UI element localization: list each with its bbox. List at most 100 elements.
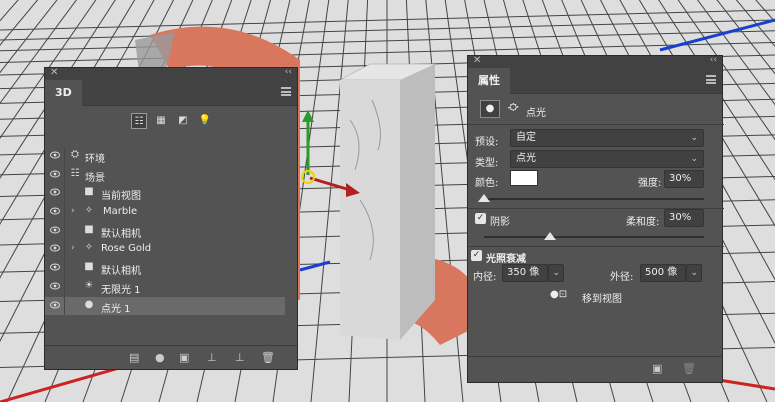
color-swatch[interactable] — [510, 170, 538, 186]
panel-3d-bottom-bar: ▤ ● ▣ ⊥ ⊥ 🗑 — [45, 345, 297, 369]
whole-scene-filter-icon[interactable]: ☷ — [131, 113, 147, 129]
camera-icon: ■ — [84, 186, 94, 198]
photoshop-workspace: ✕ ‹‹ 3D ☷ ▦ ◩ 💡 ⛭ 环境 ☷ 场景 ■ 当前视图 › ✧ Mar… — [0, 0, 775, 402]
trash-icon: 🗑 — [682, 362, 696, 375]
row-label: Rose Gold — [101, 243, 152, 255]
row-label: 场景 — [85, 172, 105, 184]
render-icon[interactable]: ▣ — [652, 362, 662, 375]
scrollbar[interactable] — [332, 190, 338, 340]
preset-label: 预设: — [475, 137, 499, 148]
preset-value: 自定 — [516, 132, 536, 143]
outer-radius-dropdown[interactable]: ⌄ — [686, 264, 702, 282]
panel-3d-tabbar: 3D — [45, 80, 297, 106]
row-label: 默认相机 — [101, 266, 141, 278]
eye-icon[interactable] — [50, 207, 60, 215]
scene-row-infinite-light[interactable]: ☀ 无限光 1 — [45, 277, 285, 297]
eye-icon[interactable] — [50, 226, 60, 234]
scene-row-environment[interactable]: ⛭ 环境 — [45, 147, 285, 166]
row-label: 当前视图 — [101, 191, 141, 203]
scene-row-scene[interactable]: ☷ 场景 — [45, 165, 285, 185]
row-label: 环境 — [85, 154, 105, 165]
inner-radius-label: 内径: — [473, 272, 497, 283]
panel-3d-titlebar[interactable]: ✕ ‹‹ — [45, 67, 297, 80]
intensity-field[interactable]: 30% — [664, 170, 704, 188]
eye-icon[interactable] — [50, 170, 60, 178]
marble-pillar-front — [340, 80, 400, 340]
point-light-icon: ● — [84, 298, 94, 310]
panel-properties-titlebar[interactable]: ✕ ‹‹ — [468, 55, 722, 68]
materials-filter-icon[interactable]: ◩ — [175, 113, 191, 129]
marble-pillar-side — [400, 64, 435, 340]
camera-icon: ■ — [84, 261, 94, 273]
scene-filter-bar: ☷ ▦ ◩ 💡 — [45, 106, 297, 136]
softness-field[interactable]: 30% — [664, 209, 704, 227]
add-constraint-icon[interactable]: ⊥ — [235, 351, 245, 364]
scene-row-current-view[interactable]: ■ 当前视图 — [45, 184, 285, 204]
row-label: Marble — [103, 206, 138, 218]
softness-slider-knob[interactable] — [544, 232, 556, 240]
outer-radius-field[interactable]: 500 像 — [640, 264, 686, 282]
collapse-icon[interactable]: ‹‹ — [710, 55, 717, 65]
inner-radius-field[interactable]: 350 像 — [502, 264, 548, 282]
close-icon[interactable]: ✕ — [50, 67, 58, 78]
preset-dropdown[interactable]: 自定 ⌄ — [510, 129, 704, 147]
softness-slider-track[interactable] — [484, 236, 704, 238]
shadow-label: 阴影 — [490, 217, 510, 228]
render-icon[interactable]: ▣ — [179, 351, 189, 364]
panel-properties-bottom-bar: ▣ 🗑 — [468, 356, 722, 382]
ground-drop-icon[interactable]: ⊥ — [207, 351, 217, 364]
intensity-label: 强度: — [638, 178, 662, 189]
eye-icon[interactable] — [50, 244, 60, 252]
light-tab-icon[interactable]: ● — [480, 100, 500, 118]
filter-icon[interactable]: ▤ — [129, 351, 139, 364]
color-label: 颜色: — [475, 178, 499, 189]
eye-icon[interactable] — [50, 263, 60, 271]
chevron-down-icon: ⌄ — [690, 154, 698, 164]
eye-icon[interactable] — [50, 151, 60, 159]
panel-properties: ✕ ‹‹ 属性 ● ⛮ 点光 预设: 自定 ⌄ 类型: 点光 ⌄ 颜色: 强度:… — [467, 55, 724, 383]
type-dropdown[interactable]: 点光 ⌄ — [510, 150, 704, 168]
coordinates-tab-icon[interactable]: ⛮ — [508, 102, 519, 113]
move-to-view-icon[interactable]: ●⊡ — [550, 289, 567, 300]
scene-icon: ☷ — [70, 167, 80, 179]
camera-icon: ■ — [84, 223, 94, 235]
move-to-view-button[interactable]: 移到视图 — [582, 290, 622, 305]
tab-properties[interactable]: 属性 — [468, 68, 510, 94]
scene-row-rose-gold[interactable]: › ✧ Rose Gold — [45, 240, 285, 260]
add-light-icon[interactable]: ● — [155, 351, 165, 364]
scene-row-default-camera-2[interactable]: ■ 默认相机 — [45, 259, 285, 278]
scene-layer-list: ⛭ 环境 ☷ 场景 ■ 当前视图 › ✧ Marble ■ 默认相机 › ✧ R… — [45, 147, 285, 316]
light-type-header: 点光 — [526, 108, 546, 119]
chevron-down-icon: ⌄ — [552, 268, 560, 278]
falloff-label: 光照衰减 — [486, 254, 526, 265]
eye-icon[interactable] — [50, 282, 60, 290]
scene-row-marble[interactable]: › ✧ Marble — [45, 203, 285, 222]
scene-row-point-light[interactable]: ● 点光 1 — [45, 296, 285, 316]
panel-menu-icon[interactable] — [706, 75, 716, 84]
row-label: 默认相机 — [101, 228, 141, 240]
collapse-icon[interactable]: ‹‹ — [285, 67, 292, 77]
scene-row-default-camera[interactable]: ■ 默认相机 — [45, 221, 285, 241]
panel-3d: ✕ ‹‹ 3D ☷ ▦ ◩ 💡 ⛭ 环境 ☷ 场景 ■ 当前视图 › ✧ Mar… — [44, 67, 298, 370]
chevron-down-icon: ⌄ — [690, 133, 698, 143]
environment-icon: ⛭ — [71, 149, 79, 160]
lights-filter-icon[interactable]: 💡 — [197, 113, 213, 129]
meshes-filter-icon[interactable]: ▦ — [153, 113, 169, 129]
softness-label: 柔和度: — [626, 217, 660, 228]
panel-menu-icon[interactable] — [281, 87, 291, 96]
intensity-slider-knob[interactable] — [478, 194, 490, 202]
eye-icon[interactable] — [50, 301, 60, 309]
falloff-checkbox[interactable]: ✓ — [471, 250, 482, 261]
twirl-chevron-icon[interactable]: › — [71, 243, 75, 253]
shadow-checkbox[interactable]: ✓ — [475, 213, 486, 224]
trash-icon[interactable]: 🗑 — [261, 351, 275, 364]
tab-3d[interactable]: 3D — [45, 80, 82, 106]
panel-properties-tabbar: 属性 — [468, 68, 722, 94]
eye-icon[interactable] — [50, 188, 60, 196]
type-label: 类型: — [475, 158, 499, 169]
infinite-light-icon: ☀ — [84, 279, 94, 291]
intensity-slider-track[interactable] — [484, 198, 704, 200]
close-icon[interactable]: ✕ — [473, 55, 481, 66]
twirl-chevron-icon[interactable]: › — [71, 206, 75, 216]
inner-radius-dropdown[interactable]: ⌄ — [548, 264, 564, 282]
